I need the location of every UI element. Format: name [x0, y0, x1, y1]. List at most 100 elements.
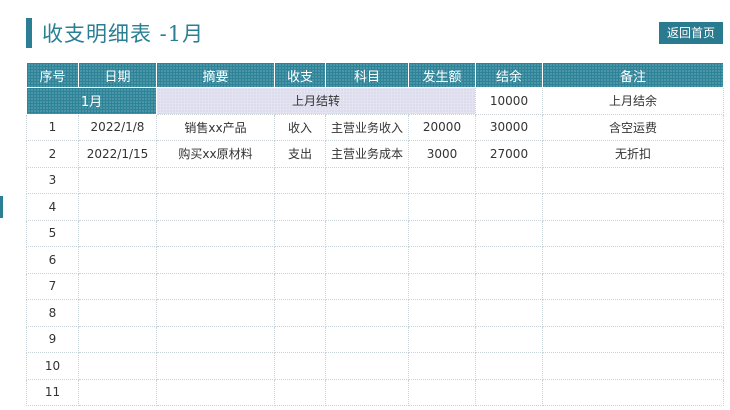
cell-amount[interactable] — [408, 193, 476, 221]
cell-subject[interactable] — [325, 325, 409, 353]
cell-summary[interactable] — [156, 325, 275, 353]
back-to-home-button[interactable]: 返回首页 — [659, 22, 723, 44]
cell-note[interactable] — [542, 246, 724, 274]
cell-type[interactable] — [274, 325, 326, 353]
cell-balance[interactable] — [475, 325, 543, 353]
cell-no[interactable]: 5 — [26, 219, 79, 247]
cell-subject[interactable] — [325, 166, 409, 194]
cell-note[interactable]: 无折扣 — [542, 140, 724, 168]
cell-amount[interactable] — [408, 246, 476, 274]
column-header-subject[interactable]: 科目 — [325, 62, 409, 88]
cell-type[interactable] — [274, 246, 326, 274]
cell-subject[interactable]: 主营业务成本 — [325, 140, 409, 168]
cell-date[interactable] — [78, 325, 157, 353]
cell-amount[interactable] — [408, 352, 476, 380]
carry-forward-label-cell[interactable]: 上月结转 — [156, 87, 476, 115]
cell-subject[interactable] — [325, 299, 409, 327]
column-header-balance[interactable]: 结余 — [475, 62, 543, 88]
cell-subject[interactable] — [325, 352, 409, 380]
cell-summary[interactable]: 销售xx产品 — [156, 113, 275, 141]
cell-balance[interactable]: 27000 — [475, 140, 543, 168]
cell-balance[interactable]: 30000 — [475, 113, 543, 141]
cell-summary[interactable] — [156, 378, 275, 406]
cell-summary[interactable] — [156, 219, 275, 247]
cell-note[interactable] — [542, 325, 724, 353]
cell-subject[interactable] — [325, 272, 409, 300]
cell-date[interactable] — [78, 219, 157, 247]
cell-amount[interactable]: 3000 — [408, 140, 476, 168]
cell-subject[interactable] — [325, 219, 409, 247]
cell-summary[interactable] — [156, 166, 275, 194]
cell-type[interactable] — [274, 352, 326, 380]
cell-summary[interactable] — [156, 246, 275, 274]
cell-no[interactable]: 7 — [26, 272, 79, 300]
cell-note[interactable] — [542, 193, 724, 221]
carry-note-cell[interactable]: 上月结余 — [542, 87, 724, 115]
cell-amount[interactable] — [408, 219, 476, 247]
cell-summary[interactable]: 购买xx原材料 — [156, 140, 275, 168]
cell-balance[interactable] — [475, 193, 543, 221]
cell-summary[interactable] — [156, 272, 275, 300]
cell-subject[interactable]: 主营业务收入 — [325, 113, 409, 141]
carry-balance-cell[interactable]: 10000 — [475, 87, 543, 115]
cell-no[interactable]: 4 — [26, 193, 79, 221]
cell-note[interactable] — [542, 166, 724, 194]
cell-type[interactable] — [274, 219, 326, 247]
cell-amount[interactable] — [408, 272, 476, 300]
cell-balance[interactable] — [475, 299, 543, 327]
cell-amount[interactable] — [408, 299, 476, 327]
cell-note[interactable]: 含空运费 — [542, 113, 724, 141]
column-header-date[interactable]: 日期 — [78, 62, 157, 88]
cell-date[interactable] — [78, 352, 157, 380]
cell-amount[interactable]: 20000 — [408, 113, 476, 141]
cell-balance[interactable] — [475, 166, 543, 194]
cell-date[interactable] — [78, 272, 157, 300]
cell-date[interactable] — [78, 246, 157, 274]
cell-balance[interactable] — [475, 272, 543, 300]
cell-balance[interactable] — [475, 378, 543, 406]
column-header-note[interactable]: 备注 — [542, 62, 724, 88]
cell-summary[interactable] — [156, 352, 275, 380]
column-header-summary[interactable]: 摘要 — [156, 62, 275, 88]
cell-date[interactable] — [78, 166, 157, 194]
cell-no[interactable]: 8 — [26, 299, 79, 327]
cell-date[interactable] — [78, 193, 157, 221]
cell-type[interactable]: 收入 — [274, 113, 326, 141]
cell-balance[interactable] — [475, 219, 543, 247]
cell-amount[interactable] — [408, 378, 476, 406]
cell-subject[interactable] — [325, 246, 409, 274]
cell-no[interactable]: 10 — [26, 352, 79, 380]
cell-no[interactable]: 3 — [26, 166, 79, 194]
cell-date[interactable]: 2022/1/15 — [78, 140, 157, 168]
column-header-amount[interactable]: 发生额 — [408, 62, 476, 88]
cell-note[interactable] — [542, 219, 724, 247]
cell-no[interactable]: 2 — [26, 140, 79, 168]
cell-no[interactable]: 1 — [26, 113, 79, 141]
month-label-cell[interactable]: 1月 — [26, 87, 157, 115]
cell-type[interactable] — [274, 193, 326, 221]
cell-date[interactable] — [78, 299, 157, 327]
cell-type[interactable] — [274, 378, 326, 406]
cell-no[interactable]: 11 — [26, 378, 79, 406]
cell-balance[interactable] — [475, 246, 543, 274]
column-header-no[interactable]: 序号 — [26, 62, 79, 88]
cell-no[interactable]: 9 — [26, 325, 79, 353]
cell-type[interactable] — [274, 166, 326, 194]
cell-note[interactable] — [542, 378, 724, 406]
cell-amount[interactable] — [408, 325, 476, 353]
cell-summary[interactable] — [156, 299, 275, 327]
cell-type[interactable] — [274, 299, 326, 327]
cell-date[interactable] — [78, 378, 157, 406]
cell-note[interactable] — [542, 352, 724, 380]
cell-amount[interactable] — [408, 166, 476, 194]
cell-note[interactable] — [542, 299, 724, 327]
cell-type[interactable]: 支出 — [274, 140, 326, 168]
cell-subject[interactable] — [325, 378, 409, 406]
cell-type[interactable] — [274, 272, 326, 300]
cell-balance[interactable] — [475, 352, 543, 380]
cell-summary[interactable] — [156, 193, 275, 221]
cell-note[interactable] — [542, 272, 724, 300]
cell-subject[interactable] — [325, 193, 409, 221]
column-header-type[interactable]: 收支 — [274, 62, 326, 88]
cell-date[interactable]: 2022/1/8 — [78, 113, 157, 141]
